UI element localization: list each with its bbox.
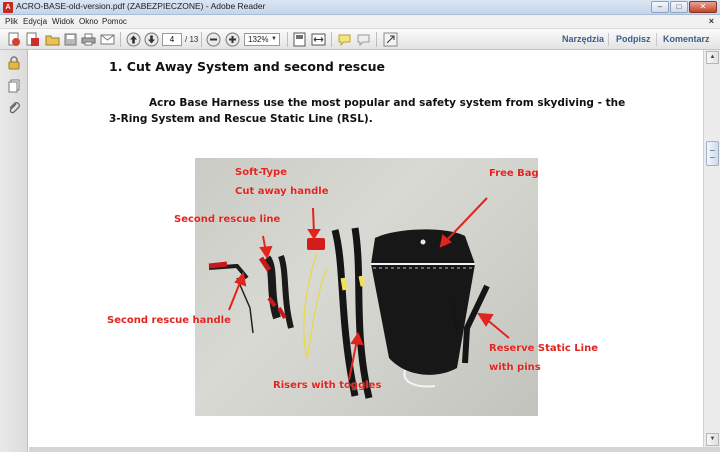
menu-okno[interactable]: Okno [79,17,98,26]
close-button[interactable]: ✕ [689,1,717,13]
bottom-edge [29,447,720,452]
document-close-icon[interactable]: × [709,16,714,26]
title-bar: A ACRO-BASE-old-version.pdf (ZABEZPIECZO… [0,0,720,15]
toolbar-separator [201,32,202,47]
reserve-static-line-label: Reserve Static Line [489,343,598,354]
open-folder-icon[interactable] [45,32,60,47]
menu-bar: Plik Edycja Widok Okno Pomoc × [0,15,720,29]
expand-icon[interactable] [383,32,398,47]
fit-width-icon[interactable] [311,32,326,47]
menu-widok[interactable]: Widok [52,17,74,26]
sign-link[interactable]: Podpisz [616,34,651,44]
tools-link[interactable]: Narzędzia [562,34,604,44]
section-heading: 1. Cut Away System and second rescue [109,59,386,74]
adobe-reader-icon: A [3,2,13,13]
risers-with-toggles-label: Risers with toggles [273,380,382,391]
comment-icon[interactable] [337,32,352,47]
link-separator [608,33,609,46]
cut-away-handle-label: Cut away handle [235,186,329,197]
toolbar-separator [287,32,288,47]
scroll-up-icon[interactable]: ▲ [706,51,719,64]
with-pins-label: with pins [489,362,541,373]
email-icon[interactable] [100,32,115,47]
page-total: / 13 [185,35,199,44]
navigation-pane [0,50,28,452]
convert-pdf-icon[interactable] [25,32,40,47]
harness-components-photo: Soft-Type Cut away handle Free Bag Secon… [107,158,598,416]
menu-edycja[interactable]: Edycja [23,17,47,26]
chevron-down-icon: ▼ [271,36,277,42]
save-icon[interactable] [63,32,78,47]
zoom-select[interactable]: 132% ▼ [244,33,280,46]
zoom-value: 132% [248,35,269,44]
fit-page-icon[interactable] [292,32,307,47]
soft-type-label: Soft-Type [235,167,287,178]
window-controls: – □ ✕ [650,1,717,13]
toolbar-separator [331,32,332,47]
previous-page-icon[interactable] [126,32,141,47]
document-view[interactable]: 1. Cut Away System and second rescue Acr… [29,50,703,447]
next-page-icon[interactable] [144,32,159,47]
menu-pomoc[interactable]: Pomoc [102,17,127,26]
maximize-button[interactable]: □ [670,1,688,13]
toolbar-separator [120,32,121,47]
window-title: ACRO-BASE-old-version.pdf (ZABEZPIECZONE… [16,1,266,11]
print-icon[interactable] [81,32,96,47]
menu-plik[interactable]: Plik [5,17,18,26]
paragraph-text: Acro Base Harness use the most popular a… [109,97,626,125]
minimize-button[interactable]: – [651,1,669,13]
comment-link[interactable]: Komentarz [663,34,710,44]
scroll-thumb[interactable] [706,141,719,166]
pages-thumbnail-icon[interactable] [7,79,21,93]
section-paragraph: Acro Base Harness use the most popular a… [109,95,629,127]
create-pdf-icon[interactable] [6,32,21,47]
free-bag-label: Free Bag [489,168,539,179]
zoom-out-icon[interactable] [206,32,221,47]
link-separator [656,33,657,46]
highlight-icon[interactable] [356,32,371,47]
scroll-down-icon[interactable]: ▼ [706,433,719,446]
vertical-scrollbar[interactable]: ▲ ▼ [703,50,720,447]
toolbar-separator [376,32,377,47]
zoom-in-icon[interactable] [225,32,240,47]
attachment-icon[interactable] [7,101,21,115]
page-number-input[interactable] [162,33,182,46]
lock-icon[interactable] [7,56,21,70]
second-rescue-handle-label: Second rescue handle [107,315,231,326]
second-rescue-line-label: Second rescue line [174,214,281,225]
toolbar: / 13 132% ▼ Narzędzia Podpisz Komentarz [0,29,720,50]
